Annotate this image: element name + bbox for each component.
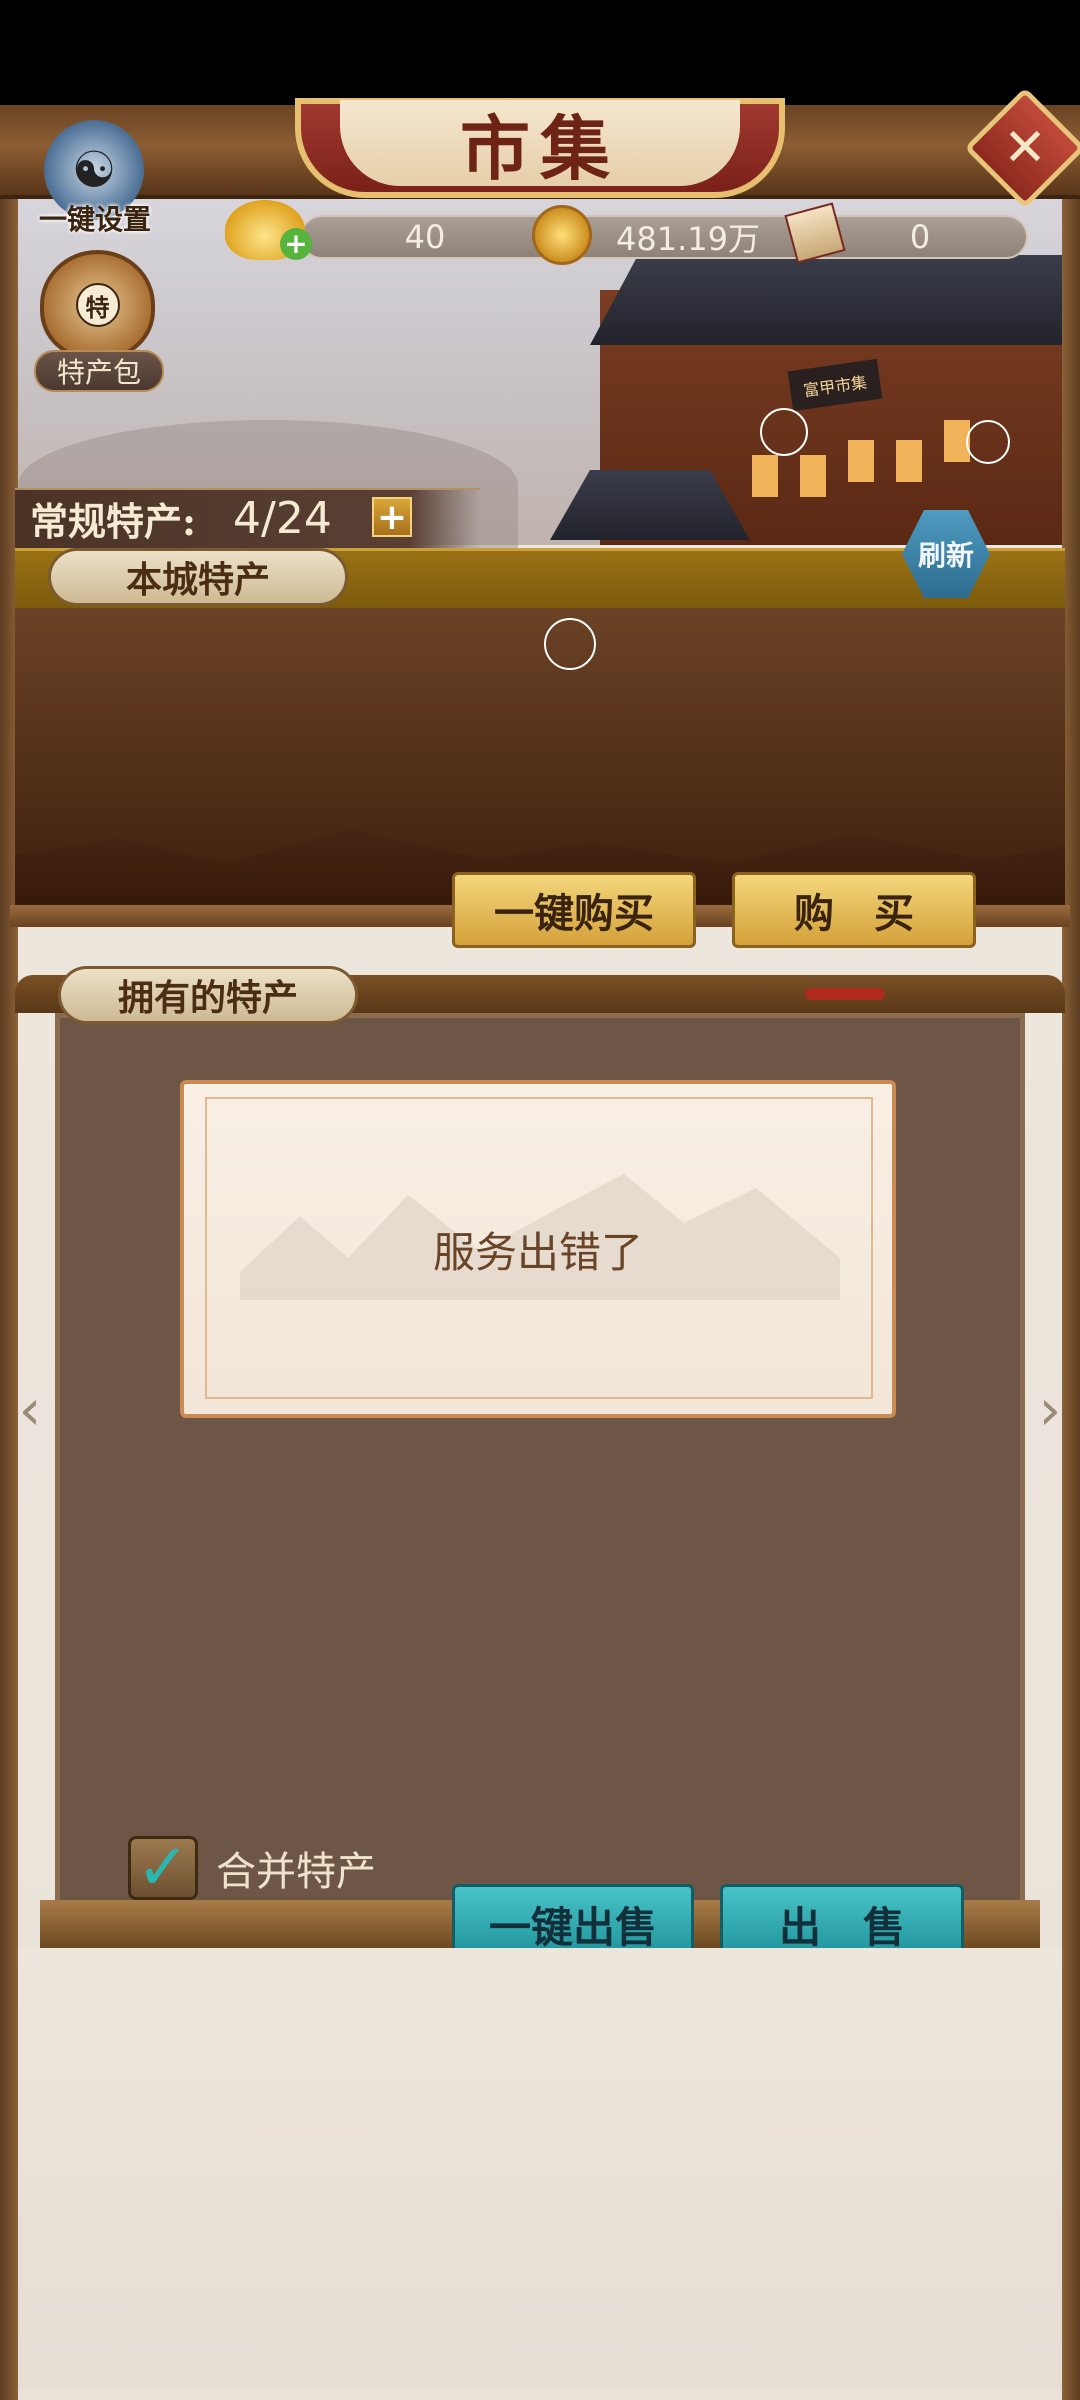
touch-indicator (544, 618, 596, 670)
scene-roof (590, 255, 1070, 345)
bag-label[interactable]: 特产包 (34, 350, 164, 392)
chevron-left-icon[interactable]: ‹ (10, 1378, 50, 1443)
close-icon[interactable]: ✕ (982, 105, 1068, 191)
ingot-value: 40 (404, 218, 446, 256)
copper-coin-icon (532, 205, 592, 265)
token-value: 0 (909, 218, 931, 256)
touch-indicator (966, 420, 1010, 464)
merge-label[interactable]: 合并特产 (216, 1838, 376, 1898)
page-title: 市集 (340, 100, 740, 190)
scene-window (848, 440, 874, 482)
buy-all-button[interactable]: 一键购买 (452, 872, 696, 948)
specialty-bag-icon[interactable]: 特 (40, 250, 155, 360)
scene-window (752, 455, 778, 497)
status-bar-area (0, 0, 1080, 105)
bag-tag: 特 (75, 283, 120, 327)
touch-indicator (760, 408, 808, 456)
frame-right-border (1062, 190, 1080, 2400)
error-message: 服务出错了 (432, 1227, 643, 1277)
add-ingot-icon[interactable]: + (280, 228, 312, 260)
buy-button[interactable]: 购 买 (732, 872, 976, 948)
scene-window (800, 455, 826, 497)
regular-specialty-label: 常规特产: (30, 498, 197, 544)
scene-window (896, 440, 922, 482)
regular-specialty-count: 4/24 (233, 492, 332, 544)
chevron-right-icon[interactable]: › (1030, 1378, 1070, 1443)
header-red-mark (805, 988, 885, 1000)
settings-label[interactable]: 一键设置 (30, 198, 160, 238)
add-slot-button[interactable]: + (372, 497, 412, 538)
coin-value: 481.19万 (616, 220, 760, 258)
tab-local-specialty[interactable]: 本城特产 (48, 548, 348, 606)
merge-checkbox[interactable]: ✓ (128, 1831, 198, 1905)
lower-background (18, 1948, 1062, 2388)
tab-owned-specialty[interactable]: 拥有的特产 (58, 966, 358, 1024)
